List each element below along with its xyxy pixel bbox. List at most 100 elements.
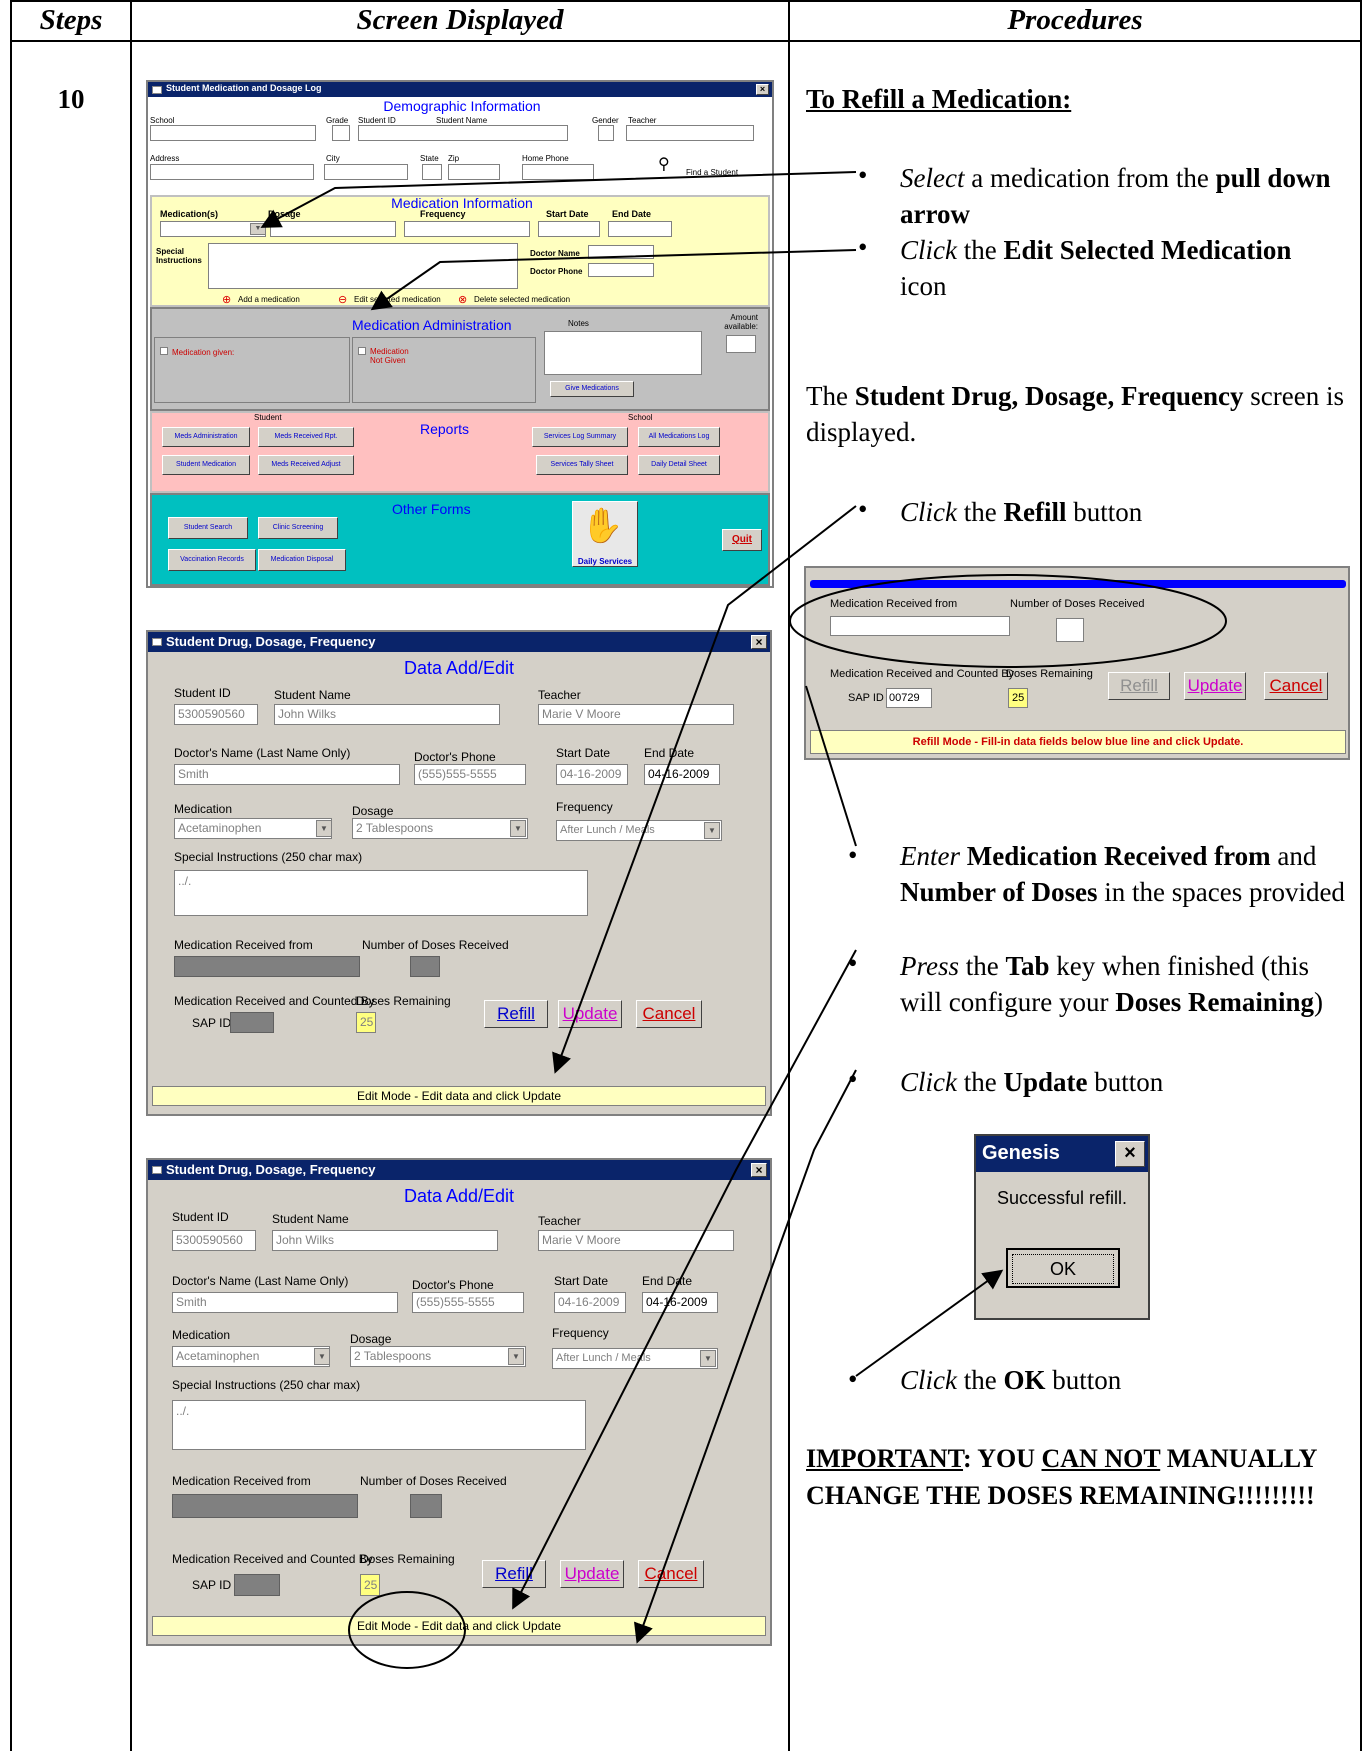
doctor-phone-field[interactable]: (555)555-5555: [414, 764, 526, 785]
chevron-down-icon[interactable]: ▼: [316, 820, 332, 837]
vaccination-records-button[interactable]: Vaccination Records: [168, 549, 256, 571]
give-medications-button[interactable]: Give Medications: [550, 381, 634, 397]
refill-button[interactable]: Refill: [482, 1560, 546, 1588]
doses-received-field[interactable]: [410, 1494, 442, 1518]
doctor-phone-field[interactable]: [588, 263, 654, 277]
all-medications-log-button[interactable]: All Medications Log: [638, 427, 720, 447]
dosage-select[interactable]: 2 Tablespoons: [350, 1346, 526, 1367]
chevron-down-icon[interactable]: ▼: [250, 223, 266, 235]
end-date-field[interactable]: 04-16-2009: [644, 764, 720, 785]
doses-received-field[interactable]: [1056, 618, 1084, 642]
dosage-select[interactable]: 2 Tablespoons: [352, 818, 528, 839]
chevron-down-icon[interactable]: ▼: [704, 822, 720, 839]
cancel-button[interactable]: Cancel: [636, 1000, 702, 1028]
city-field[interactable]: [324, 164, 408, 180]
student-field[interactable]: [358, 125, 568, 141]
notes-field[interactable]: [544, 331, 702, 375]
sap-id-field[interactable]: [234, 1574, 280, 1596]
meds-received-rpt-button[interactable]: Meds Received Rpt.: [258, 427, 354, 447]
meds-administration-button[interactable]: Meds Administration: [162, 427, 250, 447]
screen-displayed-note: The Student Drug, Dosage, Frequency scre…: [806, 381, 1344, 447]
services-log-summary-button[interactable]: Services Log Summary: [532, 427, 628, 447]
chevron-down-icon[interactable]: ▼: [508, 1348, 524, 1365]
daily-detail-sheet-button[interactable]: Daily Detail Sheet: [638, 455, 720, 475]
medication-disposal-button[interactable]: Medication Disposal: [258, 549, 346, 571]
close-button[interactable]: ×: [1115, 1141, 1145, 1167]
cancel-button[interactable]: Cancel: [1264, 672, 1328, 700]
doctor-name-field[interactable]: Smith: [172, 1292, 398, 1313]
quit-button[interactable]: Quit: [722, 529, 762, 551]
received-from-field[interactable]: [174, 956, 360, 977]
city-label: City: [326, 154, 340, 163]
doctor-phone-field[interactable]: (555)555-5555: [412, 1292, 524, 1313]
amount-field[interactable]: [726, 335, 756, 353]
gender-field[interactable]: [598, 125, 614, 141]
frequency-select[interactable]: After Lunch / Meals: [556, 820, 722, 841]
services-tally-sheet-button[interactable]: Services Tally Sheet: [536, 455, 628, 475]
sap-id-field[interactable]: 00729: [886, 688, 932, 708]
student-id-field[interactable]: 5300590560: [172, 1230, 256, 1251]
home-phone-field[interactable]: [522, 164, 594, 180]
meds-received-adjust-button[interactable]: Meds Received Adjust: [258, 455, 354, 475]
edit-icon[interactable]: ⊖: [338, 293, 347, 306]
dosage-field[interactable]: [270, 221, 396, 237]
teacher-field[interactable]: [626, 125, 754, 141]
received-from-field[interactable]: [830, 616, 1010, 636]
end-date-field[interactable]: [608, 221, 672, 237]
start-date-field[interactable]: 04-16-2009: [556, 764, 628, 785]
clinic-screening-button[interactable]: Clinic Screening: [258, 517, 338, 539]
start-date-field[interactable]: 04-16-2009: [554, 1292, 626, 1313]
zip-field[interactable]: [448, 164, 500, 180]
special-instructions-field[interactable]: ../.: [174, 870, 588, 916]
grade-field[interactable]: [332, 125, 350, 141]
ok-button[interactable]: OK: [1006, 1248, 1120, 1288]
magnifier-icon[interactable]: ⚲: [658, 154, 670, 174]
chevron-down-icon[interactable]: ▼: [700, 1350, 716, 1367]
student-name-field[interactable]: John Wilks: [272, 1230, 498, 1251]
medication-select[interactable]: Acetaminophen: [174, 818, 332, 839]
state-label: State: [420, 154, 439, 163]
special-instructions-field[interactable]: [208, 243, 518, 289]
update-button[interactable]: Update: [1184, 672, 1246, 700]
refill-button[interactable]: Refill: [484, 1000, 548, 1028]
doses-received-field[interactable]: [410, 956, 440, 977]
student-medication-button[interactable]: Student Medication: [162, 455, 250, 475]
update-button[interactable]: Update: [560, 1560, 624, 1588]
doctor-name-field[interactable]: [588, 245, 654, 259]
medication-select[interactable]: Acetaminophen: [172, 1346, 330, 1367]
add-medication-button[interactable]: Add a medication: [238, 295, 300, 304]
end-date-field[interactable]: 04-16-2009: [642, 1292, 718, 1313]
teacher-field[interactable]: Marie V Moore: [538, 1230, 734, 1251]
chevron-down-icon[interactable]: ▼: [510, 820, 526, 837]
frequency-field[interactable]: [404, 221, 530, 237]
start-date-field[interactable]: [538, 221, 600, 237]
chevron-down-icon[interactable]: ▼: [314, 1348, 330, 1365]
school-field[interactable]: [150, 125, 316, 141]
address-field[interactable]: [150, 164, 314, 180]
edit-medication-button[interactable]: Edit selected medication: [354, 295, 441, 304]
close-button[interactable]: ×: [756, 83, 769, 95]
student-search-button[interactable]: Student Search: [168, 517, 248, 539]
close-button[interactable]: ×: [751, 1163, 767, 1177]
refill-button[interactable]: Refill: [1108, 672, 1170, 700]
find-student-link[interactable]: Find a Student: [686, 168, 738, 177]
daily-services-button[interactable]: ✋ Daily Services: [572, 501, 638, 567]
received-from-label: Medication Received from: [174, 938, 313, 952]
state-field[interactable]: [422, 164, 442, 180]
delete-icon[interactable]: ⊗: [458, 293, 467, 306]
add-icon[interactable]: ⊕: [222, 293, 231, 306]
student-id-field[interactable]: 5300590560: [174, 704, 258, 725]
delete-medication-button[interactable]: Delete selected medication: [474, 295, 570, 304]
received-from-field[interactable]: [172, 1494, 358, 1518]
student-name-field[interactable]: John Wilks: [274, 704, 500, 725]
cancel-button[interactable]: Cancel: [638, 1560, 704, 1588]
not-given-checkbox[interactable]: Medication Not Given: [358, 347, 416, 365]
sap-id-field[interactable]: [230, 1012, 274, 1033]
special-instructions-field[interactable]: ../.: [172, 1400, 586, 1450]
close-button[interactable]: ×: [751, 635, 767, 649]
doctor-name-field[interactable]: Smith: [174, 764, 400, 785]
frequency-select[interactable]: After Lunch / Meals: [552, 1348, 718, 1369]
update-button[interactable]: Update: [558, 1000, 622, 1028]
teacher-field[interactable]: Marie V Moore: [538, 704, 734, 725]
given-checkbox[interactable]: Medication given:: [160, 347, 234, 357]
